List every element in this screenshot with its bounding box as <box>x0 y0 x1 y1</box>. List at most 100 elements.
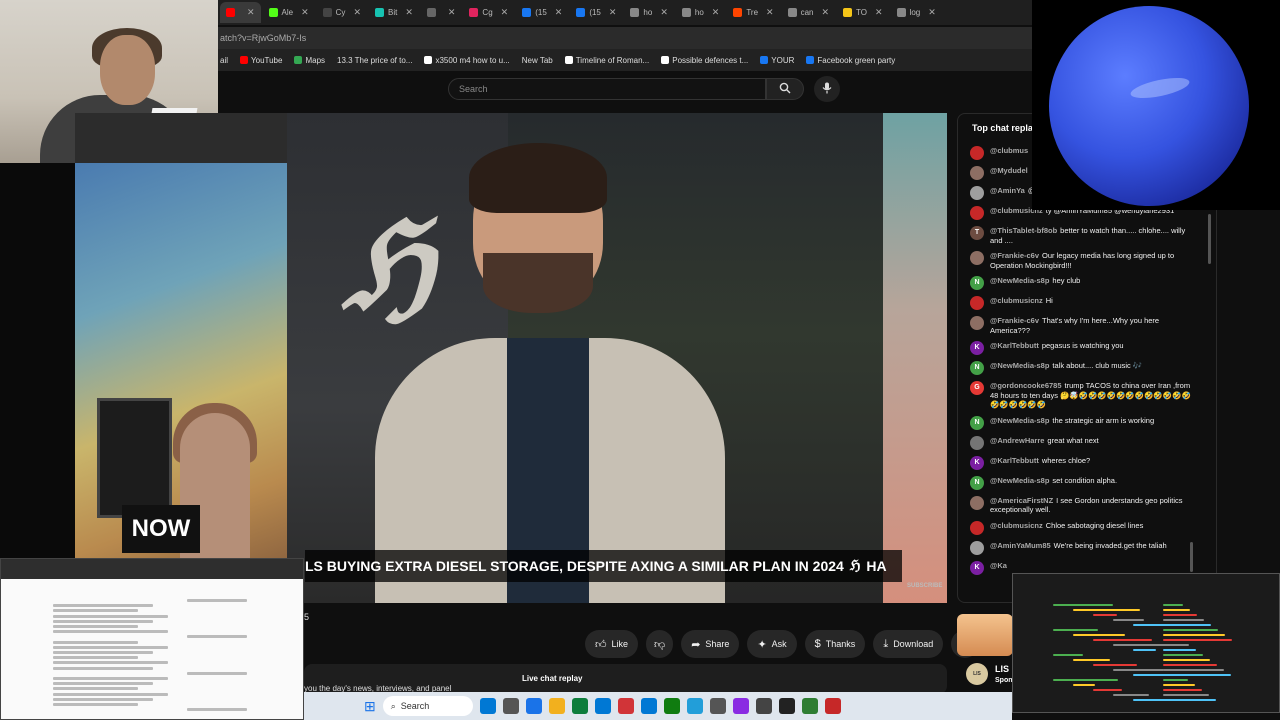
tab-close-icon[interactable]: ✕ <box>821 7 829 18</box>
store-icon[interactable] <box>640 698 657 714</box>
obs-icon[interactable] <box>755 698 772 714</box>
download-button[interactable]: ⤓ Download <box>873 630 944 658</box>
chat-author[interactable]: @clubmusicnz <box>990 296 1043 305</box>
avatar[interactable] <box>970 296 984 310</box>
avatar[interactable] <box>970 146 984 160</box>
chat-author[interactable]: @clubmus <box>990 146 1028 155</box>
browser-tab[interactable]: TO ✕ <box>837 2 889 23</box>
chat-title[interactable]: Top chat repla <box>972 123 1033 133</box>
avatar[interactable] <box>970 251 984 265</box>
tab-close-icon[interactable]: ✕ <box>660 7 668 18</box>
chat-author[interactable]: @NewMedia-s8p <box>990 276 1049 285</box>
avatar[interactable]: K <box>970 455 984 470</box>
subscribe-watermark[interactable]: SUBSCRIBE <box>907 583 942 589</box>
sponsor-title[interactable]: LIS <box>995 664 1009 674</box>
bookmark-item[interactable]: YOUR <box>760 56 794 65</box>
voice-search-button[interactable] <box>814 76 840 102</box>
copilot-icon[interactable] <box>548 698 565 714</box>
start-icon[interactable]: ⊞ <box>364 698 376 715</box>
avatar[interactable]: N <box>970 361 984 375</box>
dashboard-window-thumbnail[interactable] <box>1012 573 1280 713</box>
avatar[interactable]: K <box>970 560 984 575</box>
description-box[interactable]: you the day's news, interviews, and pane… <box>304 664 947 694</box>
share-button[interactable]: ➦ Share <box>681 630 740 658</box>
sponsored-thumbnail[interactable] <box>957 614 1013 656</box>
browser-tab[interactable]: can ✕ <box>782 2 835 23</box>
avatar[interactable]: N <box>970 276 984 290</box>
thanks-button[interactable]: $ Thanks <box>804 630 866 658</box>
browser-tab[interactable]: Cy ✕ <box>317 2 367 23</box>
bookmark-item[interactable]: Maps <box>294 56 325 65</box>
browser-tab[interactable]: (15 ✕ <box>516 2 568 23</box>
tab-close-icon[interactable]: ✕ <box>448 7 456 18</box>
tab-close-icon[interactable]: ✕ <box>928 7 936 18</box>
avatar[interactable] <box>970 186 984 200</box>
document-window-thumbnail[interactable] <box>0 558 304 720</box>
chrome-icon[interactable] <box>525 698 542 714</box>
like-button[interactable]: 👍︎ Like <box>585 630 639 658</box>
search-button[interactable] <box>766 78 804 100</box>
browser-tab[interactable]: ✕ <box>421 2 462 23</box>
remote-icon[interactable] <box>801 698 818 714</box>
tab-close-icon[interactable]: ✕ <box>247 7 255 18</box>
video-player[interactable]: ℌ NOW LS BUYING EXTRA DIESEL STORAGE, DE… <box>75 113 947 603</box>
edge-icon[interactable] <box>594 698 611 714</box>
browser-tab[interactable]: Cg ✕ <box>463 2 514 23</box>
bookmark-item[interactable]: Timeline of Roman... <box>564 56 649 65</box>
tab-close-icon[interactable]: ✕ <box>875 7 883 18</box>
settings-icon[interactable] <box>732 698 749 714</box>
media-icon[interactable] <box>709 698 726 714</box>
bookmark-item[interactable]: Possible defences t... <box>661 56 748 65</box>
chat-author[interactable]: @NewMedia-s8p <box>990 476 1049 485</box>
chat-author[interactable]: @NewMedia-s8p <box>990 416 1049 425</box>
avatar[interactable]: T <box>970 226 984 240</box>
tab-close-icon[interactable]: ✕ <box>555 7 563 18</box>
folder-icon[interactable] <box>571 698 588 714</box>
tab-close-icon[interactable]: ✕ <box>712 7 720 18</box>
bookmark-item[interactable]: Facebook green party <box>806 56 895 65</box>
chat-author[interactable]: @AndrewHarre <box>990 436 1044 445</box>
bookmark-item[interactable]: New Tab <box>522 56 553 65</box>
browser-tab[interactable]: ✕ <box>220 2 261 23</box>
avatar[interactable] <box>970 166 984 180</box>
chat-author[interactable]: @gordoncooke6785 <box>990 381 1062 390</box>
address-bar[interactable]: atch?v=RjwGoMb7-Is <box>218 27 1032 49</box>
chat-author[interactable]: @AminYa <box>990 186 1025 195</box>
chat-author[interactable]: @NewMedia-s8p <box>990 361 1049 370</box>
chat-author[interactable]: @Frankie-c6v <box>990 251 1039 260</box>
taskbar-search[interactable]: ⌕ Search <box>382 696 473 716</box>
widgets-icon[interactable] <box>479 698 496 714</box>
avatar[interactable] <box>970 540 984 555</box>
avatar[interactable]: G <box>970 381 984 395</box>
bookmark-item[interactable]: x3500 m4 how to u... <box>424 56 510 65</box>
avatar[interactable]: N <box>970 415 984 430</box>
tab-close-icon[interactable]: ✕ <box>501 7 509 18</box>
bookmark-item[interactable]: 13.3 The price of to... <box>337 56 412 65</box>
mail-icon[interactable] <box>824 698 841 714</box>
tab-close-icon[interactable]: ✕ <box>301 7 309 18</box>
chat-author[interactable]: @AminYaMum85 <box>990 541 1051 550</box>
chat-scrollbar-lower[interactable] <box>1190 542 1193 572</box>
chat-author[interactable]: @AmericaFirstNZ <box>990 496 1053 505</box>
browser-tab[interactable]: (15 ✕ <box>570 2 622 23</box>
avatar[interactable] <box>970 495 984 510</box>
browser-tab[interactable]: Ale ✕ <box>263 2 315 23</box>
avatar[interactable] <box>970 435 984 450</box>
file-explorer-icon[interactable] <box>502 698 519 714</box>
browser-tab[interactable]: ho ✕ <box>624 2 673 23</box>
bookmark-item[interactable]: YouTube <box>240 56 282 65</box>
chat-author[interactable]: @KarlTebbutt <box>990 341 1039 350</box>
browser-tab[interactable]: ho ✕ <box>676 2 725 23</box>
browser-tab[interactable]: Tre ✕ <box>727 2 779 23</box>
avatar[interactable] <box>970 316 984 330</box>
outlook-icon[interactable] <box>617 698 634 714</box>
search-input[interactable]: Search <box>448 78 766 100</box>
chat-author[interactable]: @clubmusicnz <box>990 521 1043 530</box>
chat-author[interactable]: @KarlTebbutt <box>990 456 1039 465</box>
tab-close-icon[interactable]: ✕ <box>353 7 361 18</box>
xbox-icon[interactable] <box>663 698 680 714</box>
browser-tab[interactable]: log ✕ <box>891 2 942 23</box>
dislike-button[interactable]: 👎︎ <box>646 630 674 658</box>
telegram-icon[interactable] <box>686 698 703 714</box>
vpn-icon[interactable] <box>778 698 795 714</box>
